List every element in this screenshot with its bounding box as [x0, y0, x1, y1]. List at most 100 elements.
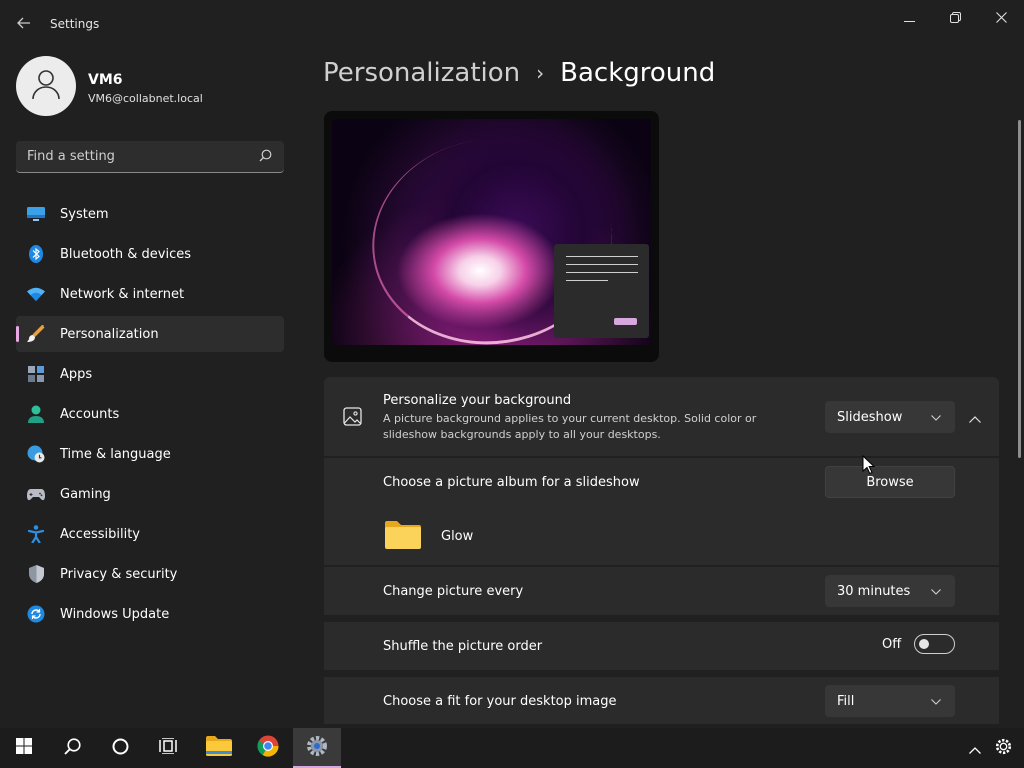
search-icon[interactable] [259, 147, 272, 166]
sidebar-item-label: Time & language [60, 446, 171, 462]
mouse-cursor-icon [862, 454, 876, 475]
sidebar-item-label: Personalization [60, 326, 159, 342]
sidebar-item-label: Privacy & security [60, 566, 178, 582]
fit-label: Choose a fit for your desktop image [383, 694, 617, 709]
sidebar-item-time-language[interactable]: Time & language [16, 436, 284, 472]
sidebar-nav: System Bluetooth & devices Network & int… [16, 196, 284, 636]
restore-icon [949, 8, 961, 27]
update-icon [27, 605, 45, 623]
sidebar-item-label: Bluetooth & devices [60, 246, 191, 262]
shuffle-label: Shuffle the picture order [383, 639, 543, 654]
start-button[interactable] [0, 728, 48, 768]
preview-window-mockup [554, 244, 649, 338]
sidebar-item-label: System [60, 206, 109, 222]
chevron-up-icon [969, 408, 981, 427]
user-icon [31, 68, 61, 104]
sidebar-item-personalization[interactable]: Personalization [16, 316, 284, 352]
paintbrush-icon [27, 325, 45, 343]
taskbar [0, 728, 1024, 768]
sidebar-item-privacy-security[interactable]: Privacy & security [16, 556, 284, 592]
interval-label: Change picture every [383, 584, 524, 599]
shuffle-toggle[interactable] [914, 634, 955, 654]
user-email: VM6@collabnet.local [88, 92, 203, 105]
avatar[interactable] [16, 56, 76, 116]
back-arrow-icon [17, 15, 31, 33]
task-view-icon [159, 737, 177, 758]
restore-button[interactable] [932, 4, 978, 30]
title-bar: Settings [0, 0, 1024, 48]
file-explorer-button[interactable] [195, 728, 243, 768]
person-icon [27, 405, 45, 423]
search-input[interactable] [27, 149, 259, 164]
show-hidden-icons-button[interactable] [964, 728, 986, 768]
change-picture-interval-row: Change picture every 30 minutes [324, 567, 999, 615]
task-view-button[interactable] [144, 728, 192, 768]
shield-icon [27, 565, 45, 583]
monitor-icon [27, 205, 45, 223]
chrome-button[interactable] [244, 728, 292, 768]
search-box[interactable] [16, 141, 284, 173]
breadcrumb-parent-link[interactable]: Personalization [323, 58, 520, 88]
sidebar-item-label: Gaming [60, 486, 111, 502]
taskbar-search-button[interactable] [48, 728, 96, 768]
background-preview [324, 111, 659, 362]
minimize-button[interactable] [886, 4, 932, 30]
cortana-icon [112, 738, 129, 759]
interval-dropdown[interactable]: 30 minutes [825, 575, 955, 607]
windows-start-icon [16, 738, 32, 758]
shuffle-row: Shuffle the picture order Off [324, 622, 999, 670]
cortana-button[interactable] [96, 728, 144, 768]
folder-icon [384, 520, 422, 550]
gamepad-icon [27, 485, 45, 503]
sidebar-item-system[interactable]: System [16, 196, 284, 232]
sidebar-item-label: Accounts [60, 406, 120, 422]
personalize-background-description: A picture background applies to your cur… [383, 412, 757, 441]
back-button[interactable] [12, 10, 36, 38]
page-title: Background [560, 58, 716, 88]
sidebar-item-label: Accessibility [60, 526, 140, 542]
desktop-fit-row: Choose a fit for your desktop image Fill [324, 677, 999, 724]
show-hidden-icons-chevron-icon [969, 739, 981, 758]
fit-dropdown[interactable]: Fill [825, 685, 955, 717]
background-type-dropdown[interactable]: Slideshow [825, 401, 955, 433]
browse-button[interactable]: Browse [825, 466, 955, 498]
settings-gear-icon [995, 738, 1012, 759]
sidebar-item-gaming[interactable]: Gaming [16, 476, 284, 512]
sidebar-item-accounts[interactable]: Accounts [16, 396, 284, 432]
sidebar-item-windows-update[interactable]: Windows Update [16, 596, 284, 632]
background-type-value: Slideshow [837, 409, 903, 425]
sidebar-item-accessibility[interactable]: Accessibility [16, 516, 284, 552]
globe-clock-icon [27, 445, 45, 463]
shuffle-state-label: Off [882, 637, 902, 652]
file-explorer-icon [206, 736, 232, 760]
tray-settings-button[interactable] [990, 728, 1016, 768]
sidebar-item-network-internet[interactable]: Network & internet [16, 276, 284, 312]
apps-grid-icon [27, 365, 45, 383]
app-title: Settings [50, 17, 100, 31]
sidebar-item-label: Windows Update [60, 606, 170, 622]
minimize-icon [903, 8, 915, 27]
chevron-down-icon [931, 584, 941, 599]
toggle-knob [919, 639, 929, 649]
close-button[interactable] [978, 4, 1024, 30]
settings-icon [306, 735, 328, 761]
settings-taskbar-button[interactable] [293, 728, 341, 768]
chrome-icon [257, 735, 279, 761]
close-icon [995, 8, 1007, 27]
picture-icon [343, 407, 363, 427]
breadcrumb: Personalization › Background [323, 58, 715, 88]
scrollbar-thumb[interactable] [1018, 120, 1021, 458]
user-name: VM6 [88, 72, 123, 88]
wifi-icon [27, 285, 45, 303]
chevron-right-icon: › [536, 61, 545, 85]
preview-accent-button [614, 318, 637, 325]
personalize-background-card[interactable]: Personalize your background A picture ba… [324, 377, 999, 456]
bluetooth-icon [27, 245, 45, 263]
album-folder-name[interactable]: Glow [441, 529, 473, 544]
album-label: Choose a picture album for a slideshow [383, 475, 640, 490]
chevron-down-icon [931, 410, 941, 425]
interval-value: 30 minutes [837, 583, 911, 599]
sidebar-item-apps[interactable]: Apps [16, 356, 284, 392]
collapse-button[interactable] [965, 407, 985, 427]
sidebar-item-bluetooth-devices[interactable]: Bluetooth & devices [16, 236, 284, 272]
